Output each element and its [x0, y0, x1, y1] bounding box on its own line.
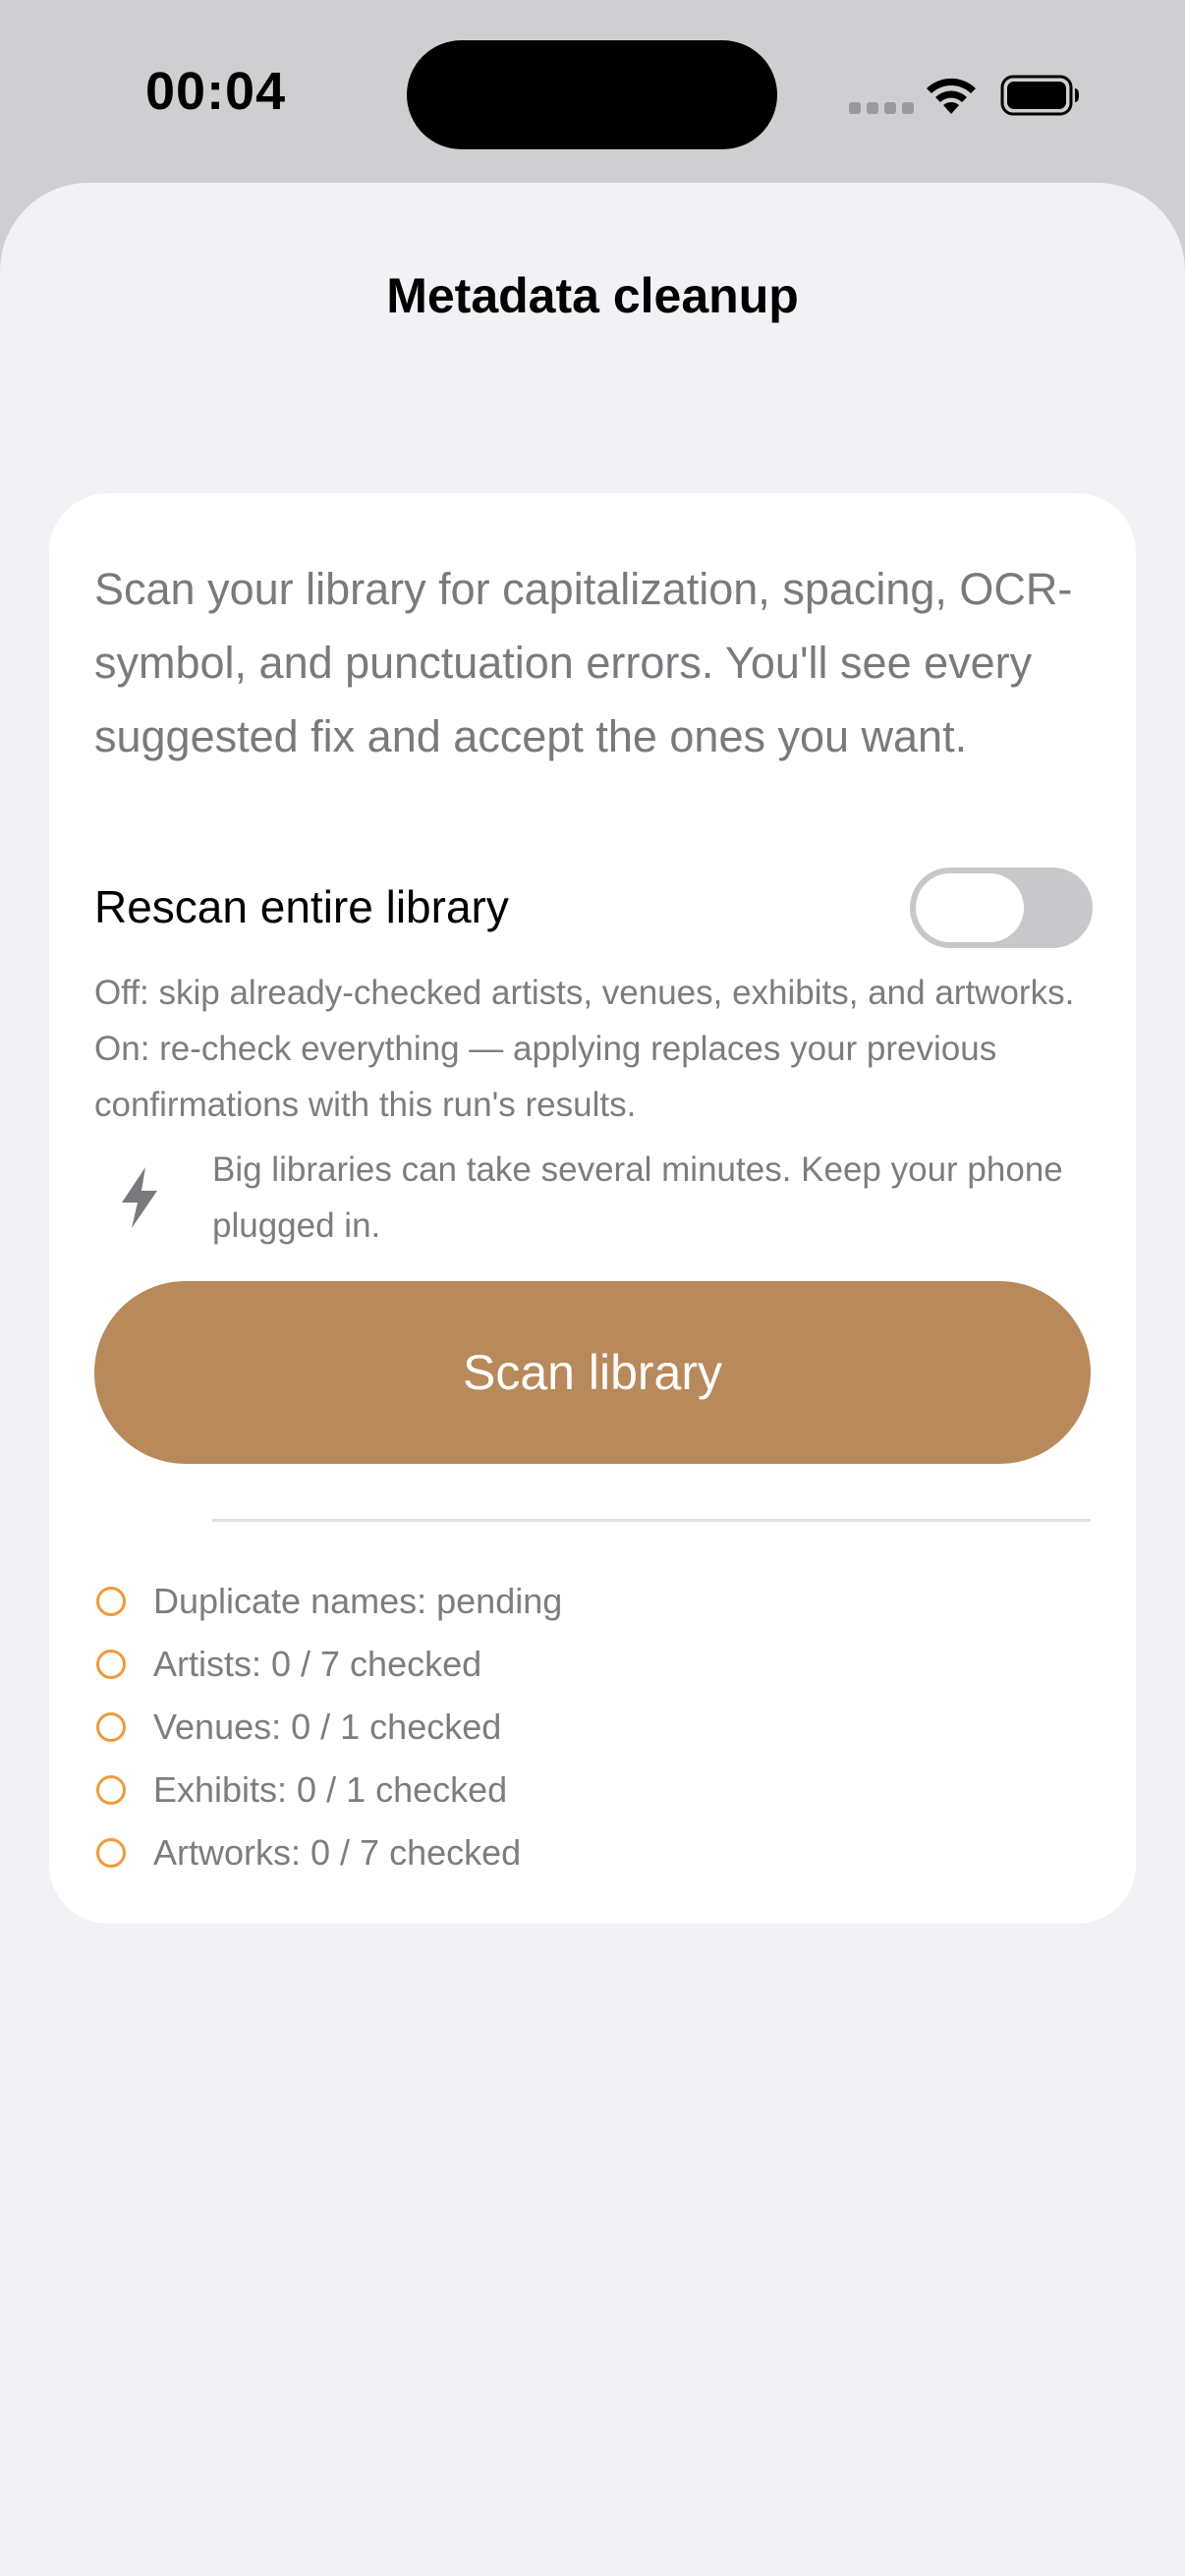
- status-bar: 00:04: [0, 0, 1185, 187]
- sheet: Metadata cleanup Scan your library for c…: [0, 183, 1185, 2576]
- divider: [212, 1519, 1091, 1522]
- status-label: Exhibits: 0 / 1 checked: [153, 1769, 508, 1810]
- status-label: Duplicate names: pending: [153, 1581, 563, 1621]
- cleanup-card: Scan your library for capitalization, sp…: [49, 493, 1136, 1924]
- pending-circle-icon: [96, 1838, 126, 1868]
- wifi-icon: [927, 78, 976, 114]
- status-item-duplicates: Duplicate names: pending: [94, 1570, 1097, 1633]
- cellular-signal-icon: [849, 102, 914, 114]
- status-item-exhibits: Exhibits: 0 / 1 checked: [94, 1759, 1097, 1821]
- status-time: 00:04: [145, 62, 287, 121]
- rescan-description: Off: skip already-checked artists, venue…: [94, 974, 1075, 1124]
- status-label: Artists: 0 / 7 checked: [153, 1644, 482, 1684]
- pending-circle-icon: [96, 1650, 126, 1679]
- dynamic-island: [407, 40, 777, 149]
- toggle-knob: [916, 873, 1024, 942]
- status-label: Artworks: 0 / 7 checked: [153, 1832, 522, 1873]
- status-item-artists: Artists: 0 / 7 checked: [94, 1633, 1097, 1696]
- pending-circle-icon: [96, 1587, 126, 1616]
- bolt-icon: [122, 1167, 157, 1228]
- tip-text: Big libraries can take several minutes. …: [212, 1150, 1063, 1245]
- rescan-toggle-label: Rescan entire library: [94, 881, 509, 932]
- status-item-venues: Venues: 0 / 1 checked: [94, 1696, 1097, 1759]
- status-item-artworks: Artworks: 0 / 7 checked: [94, 1821, 1097, 1884]
- rescan-toggle[interactable]: [910, 868, 1093, 948]
- status-label: Venues: 0 / 1 checked: [153, 1707, 502, 1747]
- page-title: Metadata cleanup: [386, 268, 799, 323]
- pending-circle-icon: [96, 1775, 126, 1805]
- pending-circle-icon: [96, 1712, 126, 1742]
- intro-text: Scan your library for capitalization, sp…: [94, 564, 1073, 761]
- scan-status-list: Duplicate names: pending Artists: 0 / 7 …: [94, 1570, 1097, 1884]
- scan-library-button[interactable]: Scan library: [94, 1281, 1091, 1464]
- battery-icon: [1000, 75, 1079, 116]
